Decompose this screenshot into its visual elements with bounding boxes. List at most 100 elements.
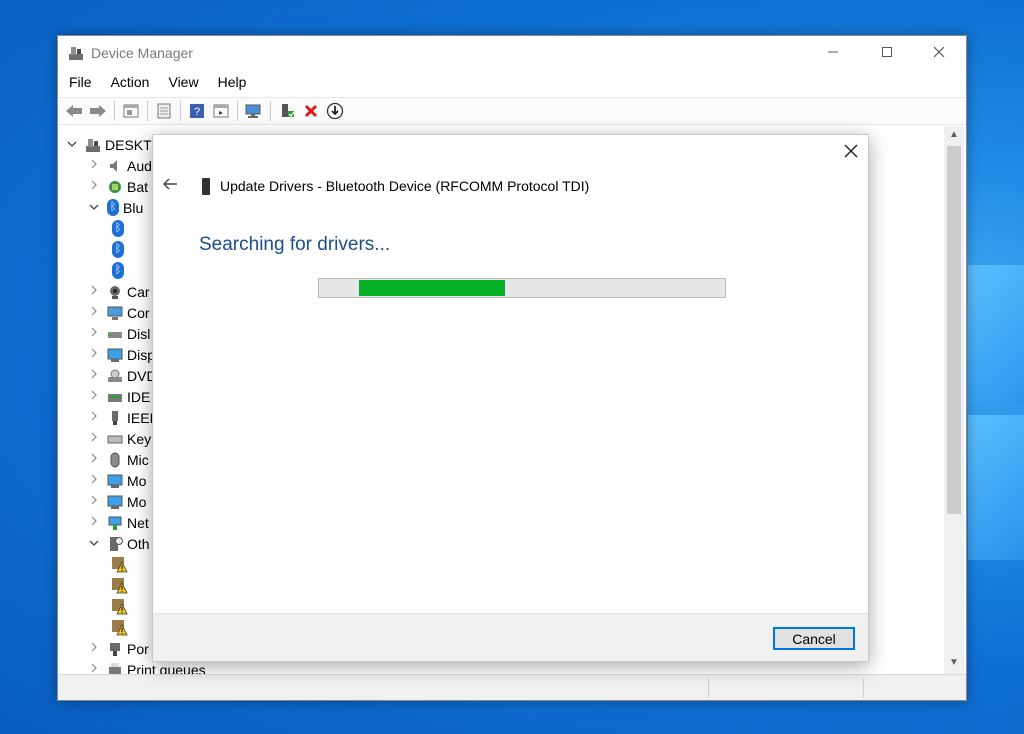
minimize-icon — [828, 51, 838, 53]
tree-item[interactable]: DVD — [87, 365, 157, 386]
scan-hardware-button[interactable] — [243, 100, 265, 122]
menu-action[interactable]: Action — [101, 70, 159, 96]
forward-button[interactable] — [87, 100, 109, 122]
tree-item[interactable] — [108, 575, 128, 596]
chevron-right-icon[interactable] — [87, 306, 101, 319]
tree-item-label: Disl — [127, 325, 151, 342]
cancel-button[interactable]: Cancel — [773, 627, 855, 650]
tree-item[interactable]: ᛒ — [108, 218, 128, 239]
tree-item-label: Cor — [127, 304, 150, 321]
dialog-back-button[interactable] — [162, 176, 178, 196]
monitor-icon — [107, 474, 123, 488]
tree-item[interactable]: ᛒ Blu — [87, 197, 143, 218]
chevron-right-icon[interactable] — [87, 642, 101, 655]
properties-button[interactable] — [153, 100, 175, 122]
chevron-down-icon[interactable] — [87, 538, 101, 550]
back-arrow-icon — [66, 105, 82, 117]
chevron-right-icon[interactable] — [87, 453, 101, 466]
bluetooth-device-icon: ᛒ — [112, 220, 124, 237]
chevron-right-icon[interactable] — [87, 411, 101, 424]
tree-item-label: Aud — [127, 157, 152, 174]
tree-item-label: Bat — [127, 178, 149, 195]
download-driver-button[interactable] — [324, 100, 346, 122]
title-bar[interactable]: Device Manager — [58, 36, 966, 70]
vertical-scrollbar[interactable]: ▲ ▼ — [944, 126, 964, 674]
chevron-right-icon[interactable] — [87, 432, 101, 445]
dialog-footer: Cancel — [153, 613, 868, 661]
chevron-right-icon[interactable] — [87, 159, 101, 172]
chevron-down-icon[interactable] — [87, 202, 101, 214]
tree-item[interactable]: Oth — [87, 533, 150, 554]
tree-item-label: Key — [127, 430, 152, 447]
bluetooth-device-icon — [202, 178, 210, 195]
uninstall-device-button[interactable] — [300, 100, 322, 122]
toolbar-separator — [114, 101, 115, 121]
warning-device-icon — [112, 557, 128, 573]
tree-item[interactable]: IDE — [87, 386, 150, 407]
tree-item[interactable]: Mo — [87, 470, 146, 491]
chevron-right-icon[interactable] — [87, 369, 101, 382]
tree-item[interactable]: IEEE — [87, 407, 159, 428]
printer-icon — [109, 662, 121, 674]
menu-view[interactable]: View — [158, 70, 207, 96]
tree-item[interactable]: Bat — [87, 176, 148, 197]
tree-item[interactable]: ᛒ — [108, 239, 128, 260]
maximize-button[interactable] — [864, 36, 910, 68]
tree-item[interactable]: Car — [87, 281, 150, 302]
network-icon — [108, 516, 122, 530]
port-icon — [110, 642, 120, 656]
tree-item[interactable]: Disp — [87, 344, 155, 365]
help-button[interactable]: ? — [186, 100, 208, 122]
tree-item-label: Blu — [123, 199, 144, 216]
tree-item[interactable]: ᛒ — [108, 260, 128, 281]
chevron-right-icon[interactable] — [87, 474, 101, 487]
chevron-right-icon[interactable] — [87, 390, 101, 403]
tree-item[interactable]: Key — [87, 428, 151, 449]
minimize-button[interactable] — [810, 36, 856, 68]
chevron-down-icon[interactable] — [65, 139, 79, 151]
action-pane-icon — [213, 104, 229, 118]
back-button[interactable] — [63, 100, 85, 122]
show-hide-console-tree-button[interactable] — [120, 100, 142, 122]
progress-bar — [318, 278, 726, 298]
properties-icon — [157, 103, 171, 119]
tree-item-label: Mo — [127, 472, 147, 489]
update-driver-button[interactable] — [276, 100, 298, 122]
toolbar-separator — [180, 101, 181, 121]
tree-item[interactable]: Net — [87, 512, 149, 533]
chevron-right-icon[interactable] — [87, 663, 101, 674]
tree-item[interactable]: Disl — [87, 323, 150, 344]
help-icon: ? — [190, 104, 204, 118]
menu-file[interactable]: File — [58, 70, 101, 96]
maximize-icon — [882, 47, 892, 57]
tree-item[interactable]: Mic — [87, 449, 149, 470]
scroll-up-arrow-icon[interactable]: ▲ — [944, 126, 964, 144]
tree-item[interactable]: Por — [87, 638, 149, 659]
windows-logo-pane — [968, 265, 1024, 405]
console-tree-icon — [123, 104, 139, 118]
chevron-right-icon[interactable] — [87, 285, 101, 298]
tree-root-row[interactable]: DESKTO — [65, 134, 162, 155]
dialog-close-button[interactable] — [839, 141, 863, 163]
chevron-right-icon[interactable] — [87, 516, 101, 529]
chevron-right-icon[interactable] — [87, 180, 101, 193]
chevron-right-icon[interactable] — [87, 495, 101, 508]
close-window-button[interactable] — [916, 36, 962, 68]
tree-item[interactable] — [108, 596, 128, 617]
tree-item[interactable]: Mo — [87, 491, 146, 512]
tree-item-label: Net — [127, 514, 149, 531]
scroll-thumb[interactable] — [947, 146, 961, 514]
chevron-right-icon[interactable] — [87, 348, 101, 361]
toolbar-separator — [270, 101, 271, 121]
action-pane-button[interactable] — [210, 100, 232, 122]
tree-item[interactable]: Cor — [87, 302, 150, 323]
tree-item[interactable] — [108, 554, 128, 575]
chevron-right-icon[interactable] — [87, 327, 101, 340]
tree-item-label: Print queues — [127, 661, 206, 675]
menu-help[interactable]: Help — [208, 70, 256, 96]
forward-arrow-icon — [90, 105, 106, 117]
tree-item[interactable] — [108, 617, 128, 638]
tree-item[interactable]: Aud — [87, 155, 152, 176]
scroll-down-arrow-icon[interactable]: ▼ — [944, 654, 964, 672]
ieee-icon — [112, 410, 118, 425]
